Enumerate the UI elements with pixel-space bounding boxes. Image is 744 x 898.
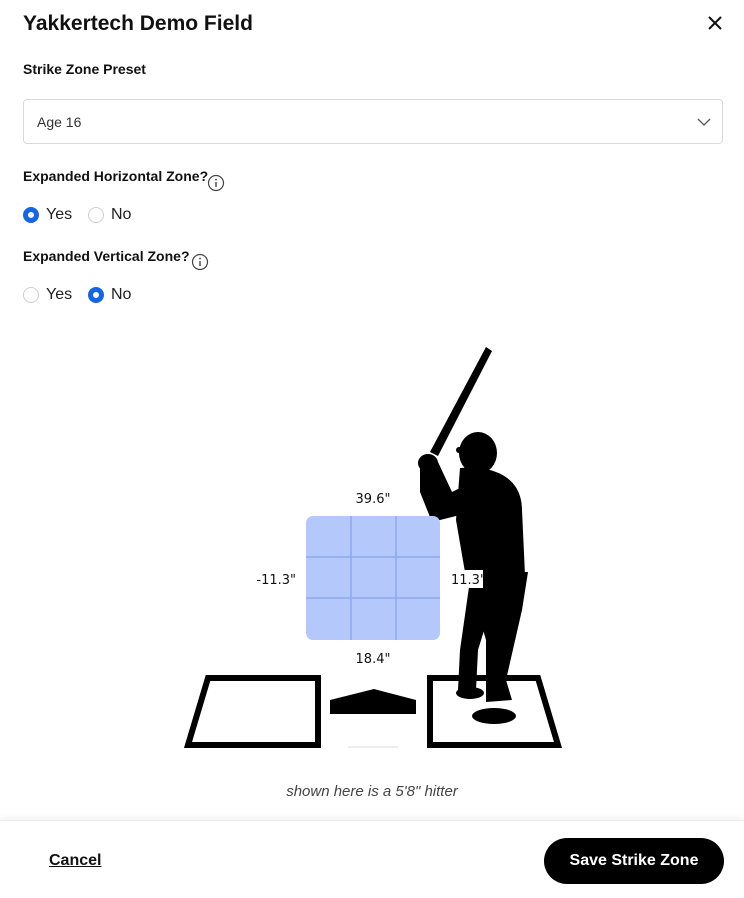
- radio-checked-icon: [88, 287, 104, 303]
- expanded-horizontal-zone-label: Expanded Horizontal Zone?: [23, 168, 209, 184]
- left-batters-box: [183, 675, 321, 748]
- radio-label: No: [111, 286, 132, 303]
- expanded-vertical-zone-label: Expanded Vertical Zone?: [23, 248, 190, 264]
- close-icon: [708, 16, 722, 30]
- zone-bottom-label: 18.4": [356, 652, 391, 667]
- preset-selected-value: Age 16: [37, 114, 82, 130]
- radio-label: No: [111, 206, 132, 223]
- horizontal-yes-radio[interactable]: Yes: [23, 206, 72, 224]
- strike-zone-preset-label: Strike Zone Preset: [23, 61, 146, 77]
- info-icon[interactable]: [191, 253, 209, 271]
- radio-unchecked-icon: [23, 287, 39, 303]
- radio-label: Yes: [46, 206, 73, 223]
- save-strike-zone-button[interactable]: Save Strike Zone: [544, 838, 724, 884]
- dialog-footer: Cancel Save Strike Zone: [0, 820, 744, 898]
- strike-zone-preset-select[interactable]: Age 16: [23, 99, 723, 144]
- zone-left-label: -11.3": [256, 573, 296, 588]
- radio-checked-icon: [23, 207, 39, 223]
- chevron-down-icon: [697, 118, 711, 126]
- home-plate: [330, 689, 416, 714]
- cancel-button[interactable]: Cancel: [49, 852, 101, 870]
- horizontal-no-radio[interactable]: No: [88, 206, 131, 224]
- hitter-caption: shown here is a 5'8" hitter: [286, 783, 458, 800]
- strike-zone-illustration: 39.6" -11.3" 11.3" 18.4": [183, 347, 563, 748]
- dialog-title: Yakkertech Demo Field: [23, 12, 253, 35]
- vertical-yes-radio[interactable]: Yes: [23, 286, 72, 304]
- info-icon[interactable]: [207, 174, 225, 192]
- vertical-no-radio[interactable]: No: [88, 286, 131, 304]
- radio-unchecked-icon: [88, 207, 104, 223]
- close-button[interactable]: [701, 9, 729, 37]
- zone-top-label: 39.6": [356, 492, 391, 507]
- zone-right-label: 11.3": [451, 573, 486, 588]
- radio-label: Yes: [46, 286, 73, 303]
- strike-zone: [306, 516, 440, 640]
